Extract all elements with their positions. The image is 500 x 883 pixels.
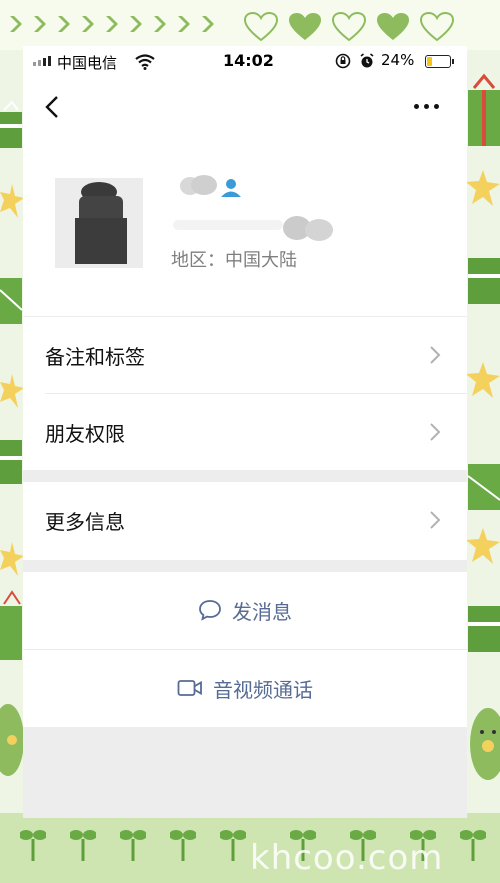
menu-item-friend-permissions[interactable]: 朋友权限 xyxy=(23,394,467,470)
heart-border-decoration xyxy=(244,12,454,42)
decorative-frame-top xyxy=(0,0,500,50)
sprout-icon xyxy=(70,830,96,861)
region-value: 中国大陆 xyxy=(225,250,297,271)
star-icon xyxy=(466,362,500,398)
sprout-icon xyxy=(120,830,146,861)
send-message-button[interactable]: 发消息 xyxy=(23,572,467,648)
chat-bubble-icon xyxy=(199,600,221,621)
region-label: 地区： xyxy=(171,250,225,271)
region-info: 地区：中国大陆 xyxy=(171,246,297,272)
watermark-text: khcoo.com xyxy=(250,838,444,878)
battery-percentage: 24% xyxy=(381,51,415,69)
section-gap xyxy=(23,560,467,572)
chevron-right-icon xyxy=(430,346,441,364)
sprout-icon xyxy=(20,830,46,861)
chevron-right-icon xyxy=(430,511,441,529)
carrier-name: 中国电信 xyxy=(57,54,118,72)
sprout-icon xyxy=(460,830,486,861)
video-call-button[interactable]: 音视频通话 xyxy=(23,650,467,726)
star-icon xyxy=(466,528,500,564)
dot-icon xyxy=(413,103,419,109)
gift-icon xyxy=(0,440,22,484)
chevron-right-icon xyxy=(430,423,441,441)
signal-strength-icon xyxy=(33,56,51,66)
chevron-border-decoration xyxy=(6,14,218,34)
sprout-icon xyxy=(170,830,196,861)
contact-avatar[interactable] xyxy=(55,178,143,268)
bean-character-icon xyxy=(0,704,24,776)
star-icon xyxy=(0,542,24,576)
gift-icon xyxy=(468,258,500,304)
section-gap xyxy=(23,470,467,482)
battery-icon xyxy=(425,55,451,68)
wifi-icon xyxy=(135,54,155,70)
video-camera-icon xyxy=(177,680,202,696)
rotation-lock-icon xyxy=(335,53,351,69)
blurred-wechat-id xyxy=(173,216,333,241)
bottom-empty-area xyxy=(23,727,467,818)
menu-item-label: 备注和标签 xyxy=(45,345,145,369)
menu-item-label: 更多信息 xyxy=(45,510,125,534)
gift-icon xyxy=(467,464,500,510)
battery-level-fill xyxy=(427,57,432,66)
alarm-clock-icon xyxy=(360,53,374,68)
contact-person-icon xyxy=(221,179,241,197)
star-icon xyxy=(0,184,24,218)
gift-icon xyxy=(468,606,500,652)
dot-icon xyxy=(433,103,439,109)
status-bar: 中国电信 14:02 24% xyxy=(23,46,467,78)
status-time: 14:02 xyxy=(223,51,274,70)
menu-item-label: 朋友权限 xyxy=(45,422,125,446)
gift-icon xyxy=(0,100,22,148)
send-message-label: 发消息 xyxy=(232,599,292,624)
star-icon xyxy=(0,374,24,408)
back-arrow-icon[interactable] xyxy=(41,94,65,120)
blurred-nickname xyxy=(180,175,217,195)
dot-icon xyxy=(423,103,429,109)
star-icon xyxy=(466,170,500,206)
sprout-icon xyxy=(220,830,246,861)
gift-icon xyxy=(468,73,500,146)
bean-character-icon xyxy=(470,708,500,780)
menu-item-more-info[interactable]: 更多信息 xyxy=(23,482,467,558)
video-call-label: 音视频通话 xyxy=(213,677,313,702)
gift-icon xyxy=(0,278,23,324)
blurred-avatar-image xyxy=(55,178,143,268)
more-options-button[interactable] xyxy=(409,96,443,116)
battery-tip xyxy=(452,59,454,64)
contact-profile-screen: 中国电信 14:02 24% 地区：中国大陆 备注和标签 朋友权限 更多信息 发… xyxy=(23,46,467,818)
menu-item-remarks-tags[interactable]: 备注和标签 xyxy=(23,317,467,393)
gift-icon xyxy=(0,590,22,660)
